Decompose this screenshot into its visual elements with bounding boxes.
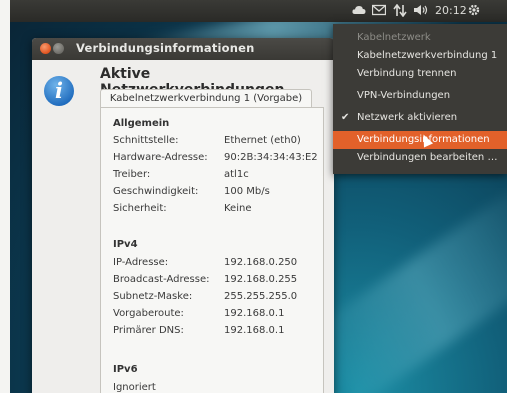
ipv6-status: Ignoriert <box>113 382 323 393</box>
checkmark-icon: ✔ <box>341 112 350 123</box>
network-menu: Kabelnetzwerk Kabelnetzwerkverbindung 1 … <box>333 24 507 174</box>
info-icon: i <box>44 76 74 106</box>
info-row: Hardware-Adresse: 90:2B:34:34:43:E2 <box>113 152 323 168</box>
info-value: 192.168.0.255 <box>224 274 298 285</box>
info-row: IP-Adresse: 192.168.0.250 <box>113 257 323 273</box>
info-value: 100 Mb/s <box>224 186 270 197</box>
info-key: Sicherheit: <box>113 203 167 214</box>
info-row: Broadcast-Adresse: 192.168.0.255 <box>113 274 323 290</box>
menu-item-connection-info[interactable]: Verbindungsinformationen <box>333 131 507 149</box>
network-icon[interactable] <box>393 3 407 18</box>
info-key: Subnetz-Maske: <box>113 291 193 302</box>
tab-wired-connection-1[interactable]: Kabelnetzwerkverbindung 1 (Vorgabe) <box>100 89 312 108</box>
info-row: Geschwindigkeit: 100 Mb/s <box>113 186 323 202</box>
gear-icon[interactable] <box>468 4 480 18</box>
volume-icon[interactable] <box>413 4 429 18</box>
info-row: Subnetz-Maske: 255.255.255.0 <box>113 291 323 307</box>
menu-item-wired-connection-1[interactable]: Kabelnetzwerkverbindung 1 <box>333 47 507 65</box>
info-row: Primärer DNS: 192.168.0.1 <box>113 325 323 341</box>
menu-item-edit-connections[interactable]: Verbindungen bearbeiten … <box>333 149 507 167</box>
info-row: Treiber: atl1c <box>113 169 323 185</box>
info-row: Vorgaberoute: 192.168.0.1 <box>113 308 323 324</box>
top-panel: 20:12 <box>10 0 507 22</box>
section-title-ipv6: IPv6 <box>113 364 138 375</box>
info-row: Schnittstelle: Ethernet (eth0) <box>113 135 323 151</box>
desktop: 20:12 Verbindungsinformationen i Aktive … <box>10 0 507 393</box>
info-value: Keine <box>224 203 252 214</box>
info-key: Hardware-Adresse: <box>113 152 208 163</box>
info-key: Geschwindigkeit: <box>113 186 199 197</box>
menu-item-disconnect[interactable]: Verbindung trennen <box>333 65 507 83</box>
minimize-button[interactable] <box>53 43 64 54</box>
info-value: 90:2B:34:34:43:E2 <box>224 152 318 163</box>
section-title-ipv4: IPv4 <box>113 239 138 250</box>
info-value: 255.255.255.0 <box>224 291 298 302</box>
info-value: 192.168.0.1 <box>224 308 285 319</box>
info-value: 192.168.0.250 <box>224 257 298 268</box>
info-value: 192.168.0.1 <box>224 325 285 336</box>
connection-info-dialog: Verbindungsinformationen i Aktive Netzwe… <box>32 38 334 393</box>
mail-icon[interactable] <box>371 4 387 18</box>
ipv6-status-text: Ignoriert <box>113 382 156 393</box>
info-value: atl1c <box>224 169 249 180</box>
dialog-titlebar[interactable]: Verbindungsinformationen <box>32 38 334 60</box>
tab-panel: Allgemein Schnittstelle: Ethernet (eth0)… <box>100 107 324 393</box>
cloud-icon[interactable] <box>352 4 366 18</box>
menu-item-vpn[interactable]: VPN-Verbindungen <box>333 87 507 105</box>
menu-item-label: Netzwerk aktivieren <box>357 112 458 123</box>
info-key: Treiber: <box>113 169 151 180</box>
info-key: Primärer DNS: <box>113 325 184 336</box>
section-title-general: Allgemein <box>113 118 170 129</box>
info-value: Ethernet (eth0) <box>224 135 301 146</box>
menu-header-wired: Kabelnetzwerk <box>357 32 431 43</box>
wallpaper-light-streak-2 <box>307 183 507 393</box>
info-key: IP-Adresse: <box>113 257 169 268</box>
dialog-title: Verbindungsinformationen <box>76 41 255 55</box>
info-key: Vorgaberoute: <box>113 308 184 319</box>
menu-item-enable-network[interactable]: ✔ Netzwerk aktivieren <box>333 109 507 127</box>
close-button[interactable] <box>40 43 51 54</box>
info-key: Schnittstelle: <box>113 135 179 146</box>
info-key: Broadcast-Adresse: <box>113 274 210 285</box>
info-row: Sicherheit: Keine <box>113 203 323 219</box>
clock[interactable]: 20:12 <box>435 4 467 18</box>
